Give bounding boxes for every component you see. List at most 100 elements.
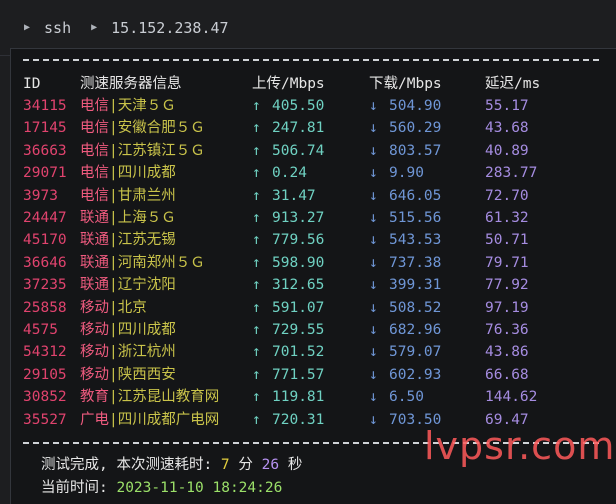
watermark-logo: lvpsr.com [424, 424, 616, 468]
upload-speed: ↑ 598.90 [252, 252, 324, 274]
server-location: |四川成都 [109, 165, 176, 182]
download-value: 543.53 [389, 232, 442, 249]
server-isp: 移动 [80, 322, 109, 338]
header-id: ID [23, 76, 41, 92]
download-speed: ↓ 515.56 [369, 207, 441, 229]
latency-value: 77.92 [485, 277, 529, 294]
upload-value: 591.07 [272, 299, 325, 316]
upload-speed: ↑ 913.27 [252, 207, 324, 229]
server-id: 24447 [23, 210, 67, 226]
server-isp: 联通 [80, 232, 109, 249]
server-location: |江苏昆山教育网 [109, 389, 220, 406]
server-isp: 电信 [80, 165, 109, 182]
upload-value: 701.52 [272, 344, 325, 361]
breadcrumb-host[interactable]: 15.152.238.47 [111, 19, 228, 37]
upload-speed: ↑ 31.47 [252, 185, 316, 207]
table-row: 34115 电信|天津５Ｇ ↑ 405.50 ↓ 504.90 55.17 [23, 95, 603, 117]
download-speed: ↓ 646.05 [369, 185, 441, 207]
minutes-unit: 分 [229, 457, 262, 473]
table-row: 29071 电信|四川成都 ↑ 0.24 ↓ 9.90 283.77 [23, 162, 603, 184]
server-id: 45170 [23, 232, 67, 249]
upload-value: 31.47 [272, 187, 316, 204]
server-isp: 移动 [80, 366, 109, 383]
latency-value: 144.62 [485, 389, 538, 406]
header-upload: 上传/Mbps [252, 76, 325, 92]
download-value: 508.52 [389, 299, 442, 316]
server-isp: 广电 [80, 411, 109, 428]
breadcrumb-command[interactable]: ssh [44, 19, 71, 37]
server-info: 联通|上海５Ｇ [80, 207, 176, 229]
upload-value: 913.27 [272, 210, 325, 226]
server-id: 30852 [23, 389, 67, 406]
arrow-up-icon: ↑ [252, 389, 261, 406]
latency-value: 283.77 [485, 165, 538, 182]
server-location: |浙江杭州 [109, 344, 176, 361]
table-row: 45170 联通|江苏无锡 ↑ 779.56 ↓ 543.53 50.71 [23, 229, 603, 251]
chevron-right-icon: ▶ [91, 22, 98, 33]
timestamp-line: 当前时间: 2023-11-10 18:24:26 [41, 477, 282, 499]
upload-speed: ↑ 779.56 [252, 229, 324, 251]
chevron-right-icon: ▶ [24, 22, 31, 33]
arrow-down-icon: ↓ [369, 344, 378, 361]
arrow-down-icon: ↓ [369, 411, 378, 428]
download-speed: ↓ 399.31 [369, 274, 441, 296]
server-id: 34115 [23, 98, 67, 114]
arrow-down-icon: ↓ [369, 299, 378, 316]
download-speed: ↓ 803.57 [369, 140, 441, 162]
arrow-down-icon: ↓ [369, 165, 378, 182]
arrow-up-icon: ↑ [252, 322, 261, 338]
server-isp: 电信 [80, 142, 109, 159]
table-header: ID 测速服务器信息 上传/Mbps 下载/Mbps 延迟/ms [23, 73, 603, 95]
arrow-up-icon: ↑ [252, 165, 261, 182]
server-info: 电信|天津５Ｇ [80, 95, 176, 117]
latency-value: 43.68 [485, 120, 529, 137]
latency-value: 55.17 [485, 98, 529, 114]
upload-value: 720.31 [272, 411, 325, 428]
upload-speed: ↑ 506.74 [252, 140, 324, 162]
server-info: 移动|浙江杭州 [80, 341, 176, 363]
download-value: 803.57 [389, 142, 442, 159]
server-location: |北京 [109, 299, 147, 316]
upload-speed: ↑ 771.57 [252, 364, 324, 386]
server-id: 37235 [23, 277, 67, 294]
arrow-up-icon: ↑ [252, 210, 261, 226]
upload-speed: ↑ 729.55 [252, 319, 324, 341]
upload-value: 779.56 [272, 232, 325, 249]
arrow-down-icon: ↓ [369, 389, 378, 406]
upload-speed: ↑ 701.52 [252, 341, 324, 363]
download-speed: ↓ 602.93 [369, 364, 441, 386]
download-value: 579.07 [389, 344, 442, 361]
arrow-up-icon: ↑ [252, 299, 261, 316]
latency-value: 76.36 [485, 322, 529, 338]
arrow-up-icon: ↑ [252, 344, 261, 361]
arrow-down-icon: ↓ [369, 232, 378, 249]
arrow-down-icon: ↓ [369, 322, 378, 338]
timestamp-label: 当前时间: [41, 480, 117, 496]
download-value: 646.05 [389, 187, 442, 204]
table-row: 4575 移动|四川成都 ↑ 729.55 ↓ 682.96 76.36 [23, 319, 603, 341]
server-info: 电信|安徽合肥５Ｇ [80, 117, 205, 139]
server-id: 4575 [23, 322, 58, 338]
upload-value: 0.24 [272, 165, 307, 182]
arrow-down-icon: ↓ [369, 187, 378, 204]
latency-value: 43.86 [485, 344, 529, 361]
download-speed: ↓ 504.90 [369, 95, 441, 117]
arrow-down-icon: ↓ [369, 254, 378, 271]
server-location: |江苏无锡 [109, 232, 176, 249]
server-info: 联通|河南郑州５Ｇ [80, 252, 205, 274]
server-isp: 联通 [80, 254, 109, 271]
upload-value: 119.81 [272, 389, 325, 406]
arrow-down-icon: ↓ [369, 210, 378, 226]
server-id: 54312 [23, 344, 67, 361]
download-value: 682.96 [389, 322, 442, 338]
upload-speed: ↑ 247.81 [252, 117, 324, 139]
upload-speed: ↑ 119.81 [252, 386, 324, 408]
arrow-up-icon: ↑ [252, 254, 261, 271]
download-value: 560.29 [389, 120, 442, 137]
upload-value: 506.74 [272, 142, 325, 159]
server-location: |四川成都 [109, 322, 176, 338]
server-location: |甘肃兰州 [109, 187, 176, 204]
server-location: |安徽合肥５Ｇ [109, 120, 205, 137]
arrow-up-icon: ↑ [252, 411, 261, 428]
table-row: 25858 移动|北京 ↑ 591.07 ↓ 508.52 97.19 [23, 297, 603, 319]
